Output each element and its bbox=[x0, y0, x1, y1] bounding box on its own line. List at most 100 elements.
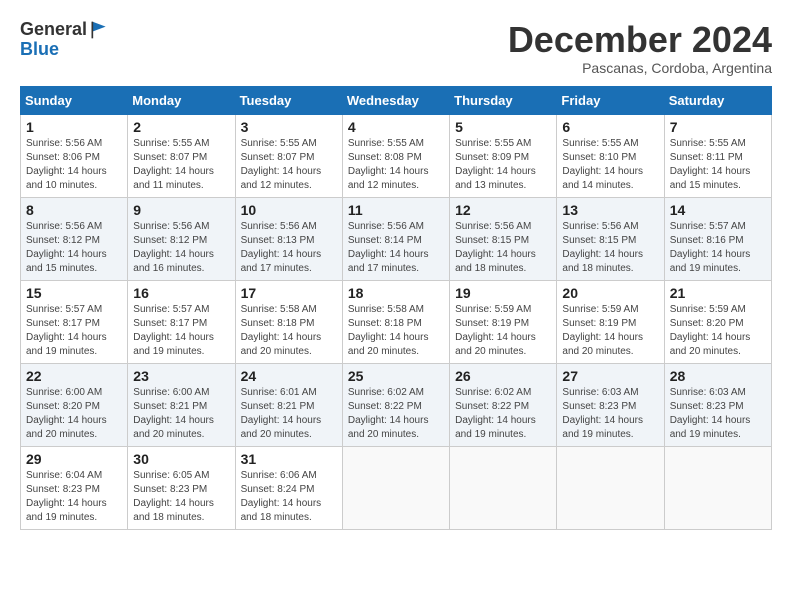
day-number: 30 bbox=[133, 451, 229, 467]
day-info: Sunrise: 6:02 AM Sunset: 8:22 PM Dayligh… bbox=[455, 386, 551, 442]
table-row: 5 Sunrise: 5:55 AM Sunset: 8:09 PM Daylig… bbox=[450, 114, 557, 197]
logo-blue: Blue bbox=[20, 40, 109, 60]
table-row: 3 Sunrise: 5:55 AM Sunset: 8:07 PM Daylig… bbox=[235, 114, 342, 197]
day-info: Sunrise: 5:55 AM Sunset: 8:11 PM Dayligh… bbox=[670, 137, 766, 193]
day-info: Sunrise: 5:56 AM Sunset: 8:14 PM Dayligh… bbox=[348, 220, 444, 276]
day-number: 7 bbox=[670, 119, 766, 135]
day-info: Sunrise: 6:02 AM Sunset: 8:22 PM Dayligh… bbox=[348, 386, 444, 442]
day-number: 11 bbox=[348, 202, 444, 218]
day-info: Sunrise: 5:58 AM Sunset: 8:18 PM Dayligh… bbox=[241, 303, 337, 359]
day-number: 31 bbox=[241, 451, 337, 467]
calendar-week-row: 8 Sunrise: 5:56 AM Sunset: 8:12 PM Daylig… bbox=[21, 197, 772, 280]
day-number: 22 bbox=[26, 368, 122, 384]
day-number: 5 bbox=[455, 119, 551, 135]
calendar-header-row: Sunday Monday Tuesday Wednesday Thursday… bbox=[21, 86, 772, 114]
table-row: 20Sunrise: 5:59 AM Sunset: 8:19 PM Dayli… bbox=[557, 280, 664, 363]
day-info: Sunrise: 5:57 AM Sunset: 8:16 PM Dayligh… bbox=[670, 220, 766, 276]
day-number: 1 bbox=[26, 119, 122, 135]
table-row: 22 Sunrise: 6:00 AM Sunset: 8:20 PM Dayli… bbox=[21, 363, 128, 446]
table-row: 29Sunrise: 6:04 AM Sunset: 8:23 PM Dayli… bbox=[21, 446, 128, 529]
header-friday: Friday bbox=[557, 86, 664, 114]
table-row: 28Sunrise: 6:03 AM Sunset: 8:23 PM Dayli… bbox=[664, 363, 771, 446]
day-number: 3 bbox=[241, 119, 337, 135]
day-info: Sunrise: 5:58 AM Sunset: 8:18 PM Dayligh… bbox=[348, 303, 444, 359]
calendar-table: Sunday Monday Tuesday Wednesday Thursday… bbox=[20, 86, 772, 530]
logo: General Blue bbox=[20, 20, 109, 60]
day-number: 19 bbox=[455, 285, 551, 301]
table-row: 21Sunrise: 5:59 AM Sunset: 8:20 PM Dayli… bbox=[664, 280, 771, 363]
day-info: Sunrise: 5:55 AM Sunset: 8:07 PM Dayligh… bbox=[133, 137, 229, 193]
table-row: 16 Sunrise: 5:57 AM Sunset: 8:17 PM Dayli… bbox=[128, 280, 235, 363]
table-row: 25Sunrise: 6:02 AM Sunset: 8:22 PM Dayli… bbox=[342, 363, 449, 446]
table-row: 8 Sunrise: 5:56 AM Sunset: 8:12 PM Daylig… bbox=[21, 197, 128, 280]
table-row: 2 Sunrise: 5:55 AM Sunset: 8:07 PM Daylig… bbox=[128, 114, 235, 197]
table-row: 7 Sunrise: 5:55 AM Sunset: 8:11 PM Daylig… bbox=[664, 114, 771, 197]
day-number: 2 bbox=[133, 119, 229, 135]
day-info: Sunrise: 6:03 AM Sunset: 8:23 PM Dayligh… bbox=[670, 386, 766, 442]
day-info: Sunrise: 6:00 AM Sunset: 8:21 PM Dayligh… bbox=[133, 386, 229, 442]
day-number: 15 bbox=[26, 285, 122, 301]
day-info: Sunrise: 6:03 AM Sunset: 8:23 PM Dayligh… bbox=[562, 386, 658, 442]
calendar-week-row: 15 Sunrise: 5:57 AM Sunset: 8:17 PM Dayli… bbox=[21, 280, 772, 363]
day-info: Sunrise: 5:55 AM Sunset: 8:07 PM Dayligh… bbox=[241, 137, 337, 193]
day-info: Sunrise: 6:06 AM Sunset: 8:24 PM Dayligh… bbox=[241, 469, 337, 525]
header-sunday: Sunday bbox=[21, 86, 128, 114]
day-number: 27 bbox=[562, 368, 658, 384]
day-number: 12 bbox=[455, 202, 551, 218]
table-row: 11 Sunrise: 5:56 AM Sunset: 8:14 PM Dayli… bbox=[342, 197, 449, 280]
title-area: December 2024 Pascanas, Cordoba, Argenti… bbox=[508, 20, 772, 76]
header-wednesday: Wednesday bbox=[342, 86, 449, 114]
day-info: Sunrise: 5:57 AM Sunset: 8:17 PM Dayligh… bbox=[133, 303, 229, 359]
table-row: 24 Sunrise: 6:01 AM Sunset: 8:21 PM Dayli… bbox=[235, 363, 342, 446]
header-monday: Monday bbox=[128, 86, 235, 114]
day-info: Sunrise: 6:00 AM Sunset: 8:20 PM Dayligh… bbox=[26, 386, 122, 442]
table-row: 12 Sunrise: 5:56 AM Sunset: 8:15 PM Dayli… bbox=[450, 197, 557, 280]
table-row: 17 Sunrise: 5:58 AM Sunset: 8:18 PM Dayli… bbox=[235, 280, 342, 363]
day-number: 8 bbox=[26, 202, 122, 218]
day-info: Sunrise: 5:56 AM Sunset: 8:12 PM Dayligh… bbox=[26, 220, 122, 276]
table-row: 26 Sunrise: 6:02 AM Sunset: 8:22 PM Dayli… bbox=[450, 363, 557, 446]
calendar-week-row: 1 Sunrise: 5:56 AM Sunset: 8:06 PM Daylig… bbox=[21, 114, 772, 197]
day-info: Sunrise: 5:56 AM Sunset: 8:12 PM Dayligh… bbox=[133, 220, 229, 276]
day-number: 6 bbox=[562, 119, 658, 135]
day-info: Sunrise: 5:55 AM Sunset: 8:10 PM Dayligh… bbox=[562, 137, 658, 193]
logo-general: General bbox=[20, 20, 87, 40]
table-row: 19 Sunrise: 5:59 AM Sunset: 8:19 PM Dayli… bbox=[450, 280, 557, 363]
table-row: 31 Sunrise: 6:06 AM Sunset: 8:24 PM Dayli… bbox=[235, 446, 342, 529]
day-number: 9 bbox=[133, 202, 229, 218]
day-info: Sunrise: 5:59 AM Sunset: 8:19 PM Dayligh… bbox=[455, 303, 551, 359]
day-info: Sunrise: 6:05 AM Sunset: 8:23 PM Dayligh… bbox=[133, 469, 229, 525]
calendar-week-row: 22 Sunrise: 6:00 AM Sunset: 8:20 PM Dayli… bbox=[21, 363, 772, 446]
day-info: Sunrise: 5:55 AM Sunset: 8:08 PM Dayligh… bbox=[348, 137, 444, 193]
table-row bbox=[342, 446, 449, 529]
month-title: December 2024 bbox=[508, 20, 772, 60]
day-number: 16 bbox=[133, 285, 229, 301]
day-number: 18 bbox=[348, 285, 444, 301]
day-number: 10 bbox=[241, 202, 337, 218]
table-row: 6 Sunrise: 5:55 AM Sunset: 8:10 PM Daylig… bbox=[557, 114, 664, 197]
day-info: Sunrise: 5:57 AM Sunset: 8:17 PM Dayligh… bbox=[26, 303, 122, 359]
day-info: Sunrise: 5:55 AM Sunset: 8:09 PM Dayligh… bbox=[455, 137, 551, 193]
day-number: 23 bbox=[133, 368, 229, 384]
logo-text: General Blue bbox=[20, 20, 109, 60]
day-info: Sunrise: 5:56 AM Sunset: 8:13 PM Dayligh… bbox=[241, 220, 337, 276]
table-row bbox=[450, 446, 557, 529]
day-number: 24 bbox=[241, 368, 337, 384]
day-info: Sunrise: 5:56 AM Sunset: 8:06 PM Dayligh… bbox=[26, 137, 122, 193]
day-info: Sunrise: 6:01 AM Sunset: 8:21 PM Dayligh… bbox=[241, 386, 337, 442]
page-header: General Blue December 2024 Pascanas, Cor… bbox=[20, 20, 772, 76]
day-number: 26 bbox=[455, 368, 551, 384]
day-info: Sunrise: 5:56 AM Sunset: 8:15 PM Dayligh… bbox=[562, 220, 658, 276]
day-info: Sunrise: 5:59 AM Sunset: 8:19 PM Dayligh… bbox=[562, 303, 658, 359]
day-info: Sunrise: 5:59 AM Sunset: 8:20 PM Dayligh… bbox=[670, 303, 766, 359]
table-row bbox=[664, 446, 771, 529]
location-subtitle: Pascanas, Cordoba, Argentina bbox=[508, 60, 772, 76]
table-row: 27 Sunrise: 6:03 AM Sunset: 8:23 PM Dayli… bbox=[557, 363, 664, 446]
table-row bbox=[557, 446, 664, 529]
day-number: 4 bbox=[348, 119, 444, 135]
day-number: 17 bbox=[241, 285, 337, 301]
day-info: Sunrise: 6:04 AM Sunset: 8:23 PM Dayligh… bbox=[26, 469, 122, 525]
table-row: 23 Sunrise: 6:00 AM Sunset: 8:21 PM Dayli… bbox=[128, 363, 235, 446]
day-info: Sunrise: 5:56 AM Sunset: 8:15 PM Dayligh… bbox=[455, 220, 551, 276]
table-row: 4 Sunrise: 5:55 AM Sunset: 8:08 PM Daylig… bbox=[342, 114, 449, 197]
